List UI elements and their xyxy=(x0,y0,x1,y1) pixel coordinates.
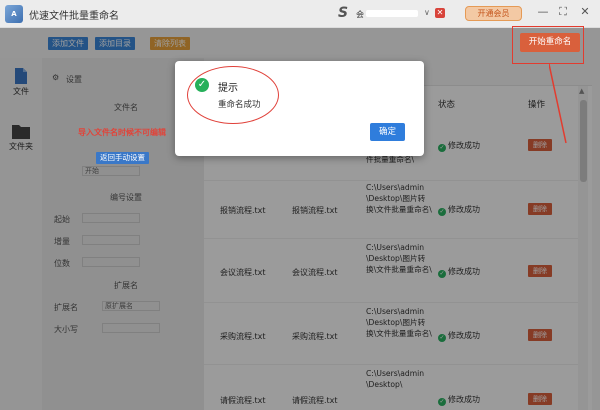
annotation-box xyxy=(512,26,584,64)
ok-button[interactable]: 确定 xyxy=(370,123,405,141)
account-name[interactable]: 会 xyxy=(356,9,364,20)
chevron-down-icon[interactable]: ∨ xyxy=(424,8,430,17)
account-mask xyxy=(366,10,418,17)
title-bar: A 优速文件批量重命名 S 会 ∨ ✕ 开通会员 — ⛶ ✕ xyxy=(0,0,600,28)
minimize-icon[interactable]: — xyxy=(536,5,550,18)
app-title: 优速文件批量重命名 xyxy=(29,11,119,22)
close-badge-icon[interactable]: ✕ xyxy=(435,8,445,18)
app-logo: A xyxy=(5,5,23,23)
annotation-line xyxy=(549,64,567,144)
brand-icon: S xyxy=(338,5,349,21)
import-warning: 导入文件名时候不可编辑 xyxy=(78,128,166,137)
return-manual-button[interactable]: 返回手动设置 xyxy=(96,152,149,164)
close-icon[interactable]: ✕ xyxy=(578,5,592,18)
annotation-ellipse xyxy=(187,66,279,124)
maximize-icon[interactable]: ⛶ xyxy=(556,5,570,19)
vip-button[interactable]: 开通会员 xyxy=(465,6,522,21)
